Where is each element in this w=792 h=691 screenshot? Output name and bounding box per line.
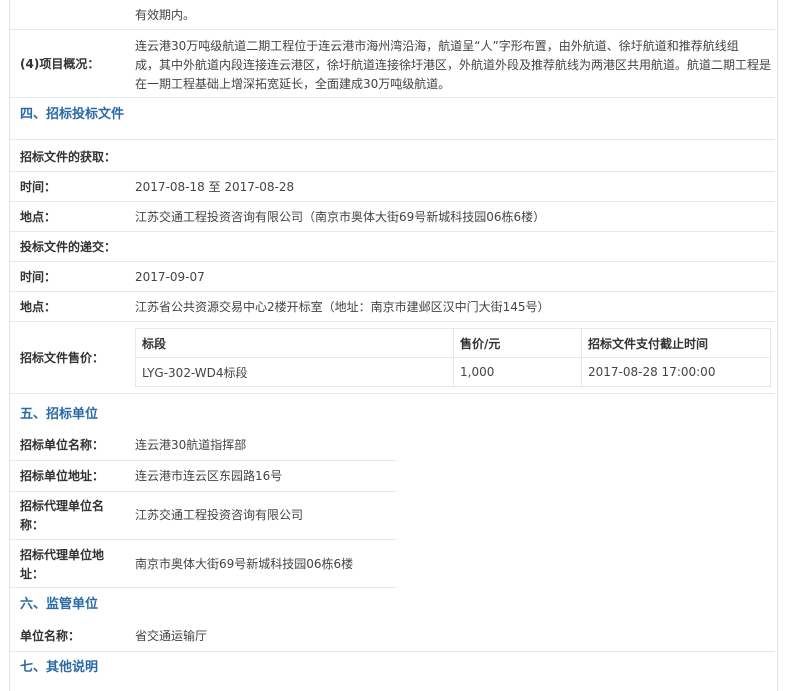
section5-header-row: 五、招标单位 [10, 394, 775, 430]
price-label: 招标文件售价： [20, 351, 105, 365]
tender-addr-label: 招标单位地址： [20, 469, 105, 483]
agent-name-label-line1: 招标代理单位名 [20, 499, 105, 513]
section6-header-row: 六、监管单位 [10, 588, 775, 622]
project-overview-label: (4)项目概况： [20, 57, 100, 71]
project-overview-line3: 在一期工程基础上增深拓宽延长，全面建成30万吨级航道。 [135, 77, 451, 91]
content-frame: 有效期内。 (4)项目概况： 连云港30万吨级航道二期工程位于连云港市海州湾沿海… [9, 0, 778, 691]
cell-price: 1,000 [453, 357, 582, 387]
obtain-place-value: 江苏交通工程投资咨询有限公司（南京市奥体大街69号新城科技园06栋6楼） [135, 210, 546, 224]
agent-name-value: 江苏交通工程投资咨询有限公司 [135, 508, 304, 522]
obtain-row: 招标文件的获取： [10, 140, 775, 172]
intro-row: 有效期内。 [10, 0, 775, 30]
submit-place-label: 地点： [20, 300, 57, 314]
price-table: 标段 售价/元 招标文件支付截止时间 LYG-302-WD4标段 1,000 2… [135, 328, 771, 387]
cell-deadline: 2017-08-28 17:00:00 [581, 357, 771, 387]
obtain-time-label: 时间： [20, 180, 57, 194]
agent-addr-label-line1: 招标代理单位地 [20, 548, 105, 562]
intro-tail-text: 有效期内。 [135, 8, 196, 22]
tender-addr-value: 连云港市连云区东园路16号 [135, 469, 283, 483]
obtain-label: 招标文件的获取： [20, 150, 117, 164]
supervisor-row: 单位名称： 省交通运输厅 [10, 622, 775, 652]
obtain-time-row: 时间： 2017-08-18 至 2017-08-28 [10, 172, 775, 202]
section4-title: 四、招标投标文件 [20, 107, 125, 122]
submit-time-row: 时间： 2017-09-07 [10, 262, 775, 292]
section6-title: 六、监管单位 [20, 597, 99, 612]
col-header-section: 标段 [135, 328, 454, 358]
tender-name-value: 连云港30航道指挥部 [135, 438, 247, 452]
cell-section: LYG-302-WD4标段 [135, 357, 454, 387]
submit-row: 投标文件的递交： [10, 232, 775, 262]
project-overview-line1: 连云港30万吨级航道二期工程位于连云港市海州湾沿海，航道呈“人”字形布置，由外航… [135, 39, 739, 53]
supervisor-label: 单位名称： [20, 629, 81, 643]
col-header-deadline: 招标文件支付截止时间 [581, 328, 771, 358]
project-overview-line2: 成，其中外航道内段连接连云港区，徐圩航道连接徐圩港区，外航道外段及推荐航线为两港… [135, 58, 772, 72]
agent-addr-value: 南京市奥体大街69号新城科技园06栋6楼 [135, 557, 354, 571]
obtain-place-label: 地点： [20, 210, 57, 224]
section7-title: 七、其他说明 [20, 660, 99, 675]
obtain-place-row: 地点： 江苏交通工程投资咨询有限公司（南京市奥体大街69号新城科技园06栋6楼） [10, 202, 775, 232]
section5-title: 五、招标单位 [20, 407, 99, 422]
agent-name-row: 招标代理单位名 称： 江苏交通工程投资咨询有限公司 [10, 492, 396, 540]
submit-place-row: 地点： 江苏省公共资源交易中心2楼开标室（地址：南京市建邺区汉中门大街145号） [10, 292, 775, 322]
agent-name-label-line2: 称： [20, 518, 45, 532]
tender-name-label: 招标单位名称： [20, 438, 105, 452]
submit-label: 投标文件的递交： [20, 240, 117, 254]
section4-header-row: 四、招标投标文件 [10, 98, 775, 140]
table-row: LYG-302-WD4标段 1,000 2017-08-28 17:00:00 [135, 357, 771, 387]
agent-addr-label-line2: 址： [20, 567, 45, 581]
submit-place-value: 江苏省公共资源交易中心2楼开标室（地址：南京市建邺区汉中门大街145号） [135, 300, 550, 314]
col-header-price: 售价/元 [453, 328, 582, 358]
tender-name-row: 招标单位名称： 连云港30航道指挥部 [10, 430, 396, 461]
price-table-header: 标段 售价/元 招标文件支付截止时间 [135, 328, 771, 358]
tender-addr-row: 招标单位地址： 连云港市连云区东园路16号 [10, 461, 396, 492]
section7-header-row: 七、其他说明 [10, 652, 775, 691]
agent-addr-row: 招标代理单位地 址： 南京市奥体大街69号新城科技园06栋6楼 [10, 540, 396, 588]
submit-time-label: 时间： [20, 270, 57, 284]
project-overview-row: (4)项目概况： 连云港30万吨级航道二期工程位于连云港市海州湾沿海，航道呈“人… [10, 30, 775, 98]
supervisor-value: 省交通运输厅 [135, 629, 208, 643]
obtain-time-value: 2017-08-18 至 2017-08-28 [135, 180, 295, 194]
submit-time-value: 2017-09-07 [135, 270, 205, 284]
